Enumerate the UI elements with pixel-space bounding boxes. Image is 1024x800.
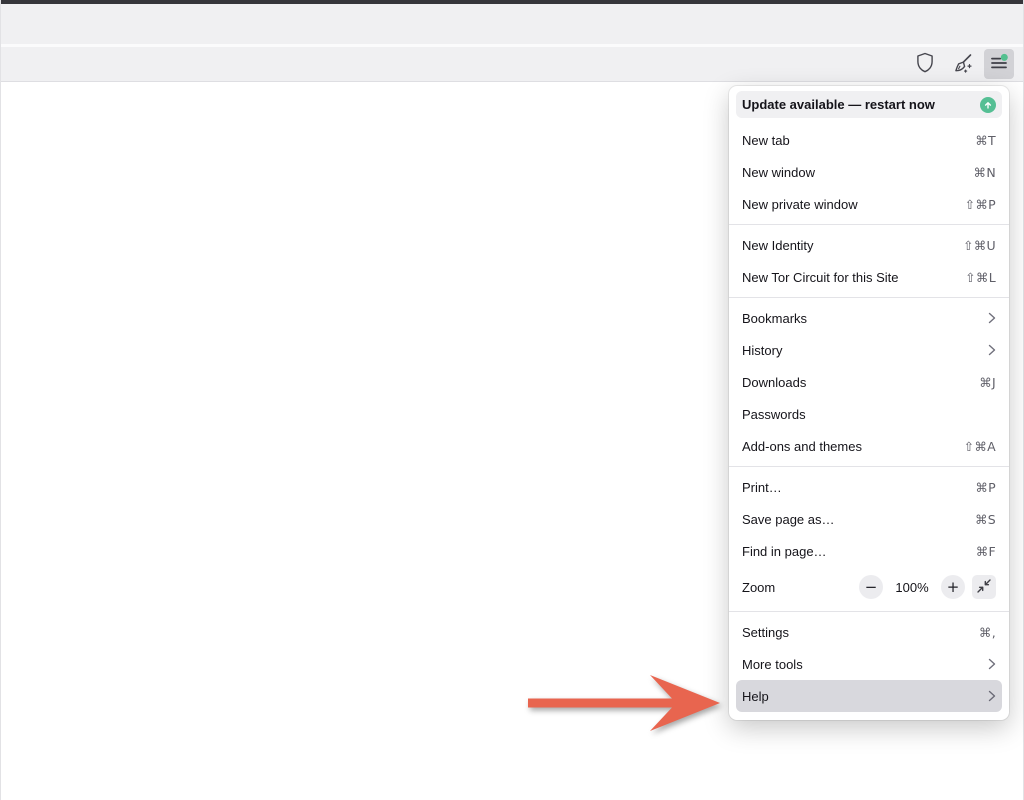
menu-item-label: Bookmarks [742, 311, 988, 326]
new-identity-button[interactable] [947, 49, 977, 79]
menu-item-new-tab[interactable]: New tab ⌘T [736, 124, 1002, 156]
navigation-toolbar [1, 47, 1023, 82]
menu-item-label: Help [742, 689, 988, 704]
menu-item-shortcut: ⌘F [976, 544, 996, 559]
menu-item-label: New window [742, 165, 974, 180]
menu-separator [729, 297, 1009, 298]
hamburger-menu-button[interactable] [984, 49, 1014, 79]
menu-item-label: Print… [742, 480, 975, 495]
menu-item-shortcut: ⌘T [975, 133, 996, 148]
chevron-right-icon [988, 312, 996, 324]
menu-item-shortcut: ⌘P [975, 480, 996, 495]
tab-bar [1, 4, 1023, 44]
menu-item-zoom: Zoom − 100% + [736, 567, 1002, 607]
shield-icon [915, 52, 935, 76]
hamburger-menu-icon [989, 53, 1009, 75]
menu-item-label: Downloads [742, 375, 979, 390]
arrow-up-circle-icon [980, 97, 996, 113]
menu-item-label: Find in page… [742, 544, 976, 559]
menu-item-shortcut: ⌘, [979, 625, 996, 640]
menu-item-label: History [742, 343, 988, 358]
menu-item-new-identity[interactable]: New Identity ⇧⌘U [736, 229, 1002, 261]
zoom-in-button[interactable]: + [941, 575, 965, 599]
chevron-right-icon [988, 690, 996, 702]
menu-item-label: Add-ons and themes [742, 439, 964, 454]
red-annotation-arrow [524, 663, 726, 746]
menu-item-settings[interactable]: Settings ⌘, [736, 616, 1002, 648]
shield-button[interactable] [910, 49, 940, 79]
zoom-controls: − 100% + [859, 575, 996, 599]
broom-icon [951, 52, 973, 77]
menu-item-shortcut: ⇧⌘U [963, 238, 996, 253]
menu-item-print[interactable]: Print… ⌘P [736, 471, 1002, 503]
menu-item-new-private-window[interactable]: New private window ⇧⌘P [736, 188, 1002, 220]
fullscreen-icon [977, 579, 991, 596]
menu-item-label: Passwords [742, 407, 996, 422]
menu-item-downloads[interactable]: Downloads ⌘J [736, 366, 1002, 398]
app-menu-popup: Update available — restart now New tab ⌘… [729, 86, 1009, 720]
menu-item-save-page-as[interactable]: Save page as… ⌘S [736, 503, 1002, 535]
menu-item-new-window[interactable]: New window ⌘N [736, 156, 1002, 188]
menu-item-label: More tools [742, 657, 988, 672]
menu-item-bookmarks[interactable]: Bookmarks [736, 302, 1002, 334]
menu-item-shortcut: ⇧⌘L [965, 270, 996, 285]
menu-item-label: Zoom [742, 580, 859, 595]
menu-item-find-in-page[interactable]: Find in page… ⌘F [736, 535, 1002, 567]
menu-item-addons-themes[interactable]: Add-ons and themes ⇧⌘A [736, 430, 1002, 462]
menu-item-label: New Tor Circuit for this Site [742, 270, 965, 285]
toolbar-icon-group [910, 49, 1014, 79]
menu-item-more-tools[interactable]: More tools [736, 648, 1002, 680]
menu-separator [729, 224, 1009, 225]
chevron-right-icon [988, 658, 996, 670]
menu-item-label: New Identity [742, 238, 963, 253]
menu-item-label: New tab [742, 133, 975, 148]
menu-item-label: Settings [742, 625, 979, 640]
menu-separator [729, 466, 1009, 467]
menu-item-label: Save page as… [742, 512, 975, 527]
menu-item-help[interactable]: Help [736, 680, 1002, 712]
menu-item-shortcut: ⌘J [979, 375, 996, 390]
menu-separator [729, 611, 1009, 612]
chevron-right-icon [988, 344, 996, 356]
menu-item-shortcut: ⇧⌘A [964, 439, 996, 454]
update-banner-label: Update available — restart now [742, 97, 980, 112]
menu-item-history[interactable]: History [736, 334, 1002, 366]
menu-item-new-tor-circuit[interactable]: New Tor Circuit for this Site ⇧⌘L [736, 261, 1002, 293]
menu-item-shortcut: ⌘N [974, 165, 996, 180]
update-badge-dot [1001, 54, 1008, 61]
menu-item-shortcut: ⇧⌘P [965, 197, 996, 212]
menu-item-label: New private window [742, 197, 965, 212]
zoom-level-value: 100% [890, 580, 934, 595]
menu-item-shortcut: ⌘S [975, 512, 996, 527]
fullscreen-toggle-button[interactable] [972, 575, 996, 599]
update-available-banner[interactable]: Update available — restart now [736, 91, 1002, 118]
zoom-out-button[interactable]: − [859, 575, 883, 599]
menu-item-passwords[interactable]: Passwords [736, 398, 1002, 430]
